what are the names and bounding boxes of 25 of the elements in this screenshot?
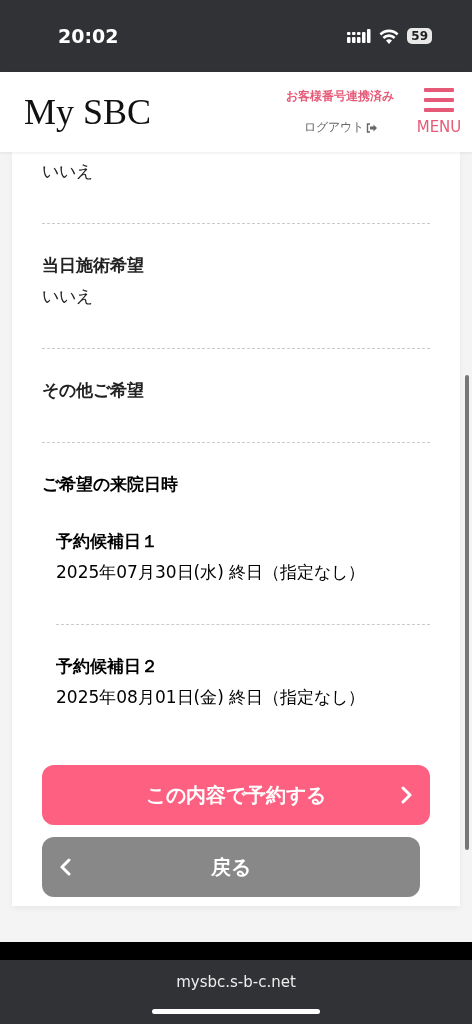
link-status: お客様番号連携済み (286, 88, 394, 105)
clock-time: 20:02 (58, 25, 119, 47)
signal-icon (347, 29, 372, 43)
candidate-label: 予約候補日１ (56, 530, 159, 553)
logout-link[interactable]: ログアウト (303, 119, 377, 136)
home-indicator[interactable] (152, 1009, 320, 1014)
scrollbar[interactable] (465, 375, 469, 850)
field-label: その他ご希望 (42, 379, 145, 402)
site-logo: My SBC (24, 91, 153, 133)
field-value: いいえ (42, 160, 94, 183)
back-button[interactable]: 戻る (42, 837, 420, 897)
wifi-icon (379, 28, 400, 44)
field-value: いいえ (42, 285, 94, 308)
chevron-left-icon (60, 858, 71, 876)
logout-icon (365, 122, 377, 133)
candidate-label: 予約候補日２ (56, 655, 159, 678)
field-label: ご希望の来院日時 (42, 473, 179, 496)
candidate-date: 2025年08月01日(金) 終日（指定なし） (56, 686, 367, 709)
battery-level: 59 (407, 28, 432, 44)
reserve-button[interactable]: この内容で予約する (42, 765, 430, 825)
menu-icon (424, 88, 454, 112)
chevron-right-icon (401, 786, 412, 804)
candidate-date: 2025年07月30日(水) 終日（指定なし） (56, 561, 367, 584)
field-label: 当日施術希望 (42, 254, 145, 277)
menu-button[interactable]: MENU (412, 88, 472, 136)
